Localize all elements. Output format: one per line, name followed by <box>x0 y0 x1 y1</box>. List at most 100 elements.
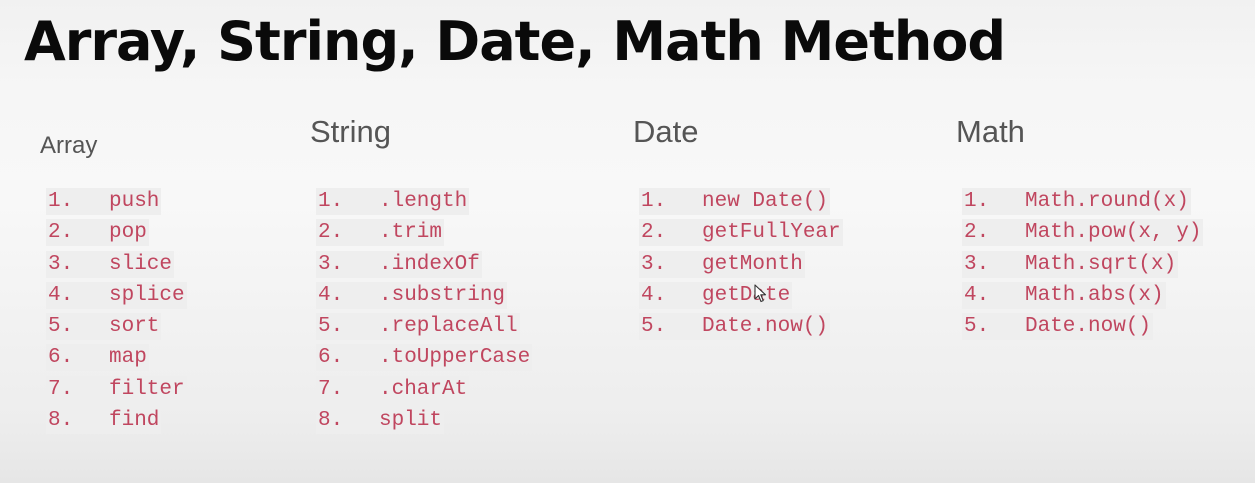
code-snippet: 5. Date.now() <box>639 313 831 341</box>
item-number: 5. <box>318 315 344 339</box>
code-snippet: 2. pop <box>46 219 149 247</box>
item-number: 1. <box>964 190 990 213</box>
list-item: 8. split <box>316 407 532 438</box>
list-item: 3. Math.sqrt(x) <box>962 250 1203 282</box>
code-snippet: 1. .length <box>316 188 470 215</box>
code-snippet: 3. Math.sqrt(x) <box>962 250 1179 278</box>
list-item: 6. .toUpperCase <box>316 344 533 375</box>
method-name: .indexOf <box>379 252 480 276</box>
code-snippet: 4. getDate <box>639 281 793 309</box>
method-name: Math.pow(x, y) <box>1025 221 1202 245</box>
code-snippet: 6. map <box>46 344 149 372</box>
method-name: Date.now() <box>702 315 829 339</box>
item-number: 8. <box>48 409 74 433</box>
list-item: 5. sort <box>46 313 187 344</box>
math-heading: Math <box>956 114 1025 149</box>
method-name: pop <box>109 221 147 245</box>
item-number: 2. <box>964 221 990 245</box>
item-number: 2. <box>641 221 667 245</box>
code-snippet: 4. .substring <box>316 281 508 309</box>
list-item: 2. Math.pow(x, y) <box>962 219 1204 250</box>
list-item: 1. push <box>46 188 187 219</box>
method-name: split <box>379 409 443 433</box>
code-snippet: 2. .trim <box>316 219 445 247</box>
array-method-list: 1. push 2. pop 3. slice 4. splice 5. sort 6. map 7. f… <box>46 188 187 438</box>
item-number: 2. <box>318 221 344 245</box>
item-number: 6. <box>48 346 74 370</box>
item-number: 7. <box>48 377 74 401</box>
list-item: 5. Date.now() <box>639 313 843 344</box>
method-name: Math.abs(x) <box>1025 283 1164 307</box>
method-name: Math.round(x) <box>1025 190 1189 213</box>
list-item: 4. Math.abs(x) <box>962 281 1203 313</box>
string-heading: String <box>310 114 391 149</box>
item-number: 4. <box>964 283 990 307</box>
item-number: 1. <box>318 190 344 213</box>
list-item: 2. pop <box>46 219 187 250</box>
item-number: 5. <box>641 315 667 339</box>
code-snippet: 5. sort <box>46 313 162 341</box>
method-name: .substring <box>379 283 506 307</box>
list-item: 5. .replaceAll <box>316 313 532 344</box>
method-name: map <box>109 346 147 370</box>
list-item: 7. filter <box>46 375 187 407</box>
list-item: 1. new Date() <box>639 188 843 219</box>
item-number: 8. <box>318 409 344 433</box>
method-name: Math.sqrt(x) <box>1025 252 1177 276</box>
slide-title: Array, String, Date, Math Method <box>24 10 1006 73</box>
method-name: new Date() <box>702 190 829 213</box>
method-name: splice <box>109 283 185 307</box>
mouse-pointer-icon <box>754 284 767 303</box>
method-name: getFullYear <box>702 221 841 245</box>
list-item: 4. splice <box>46 281 187 313</box>
list-item: 7. .charAt <box>316 375 532 407</box>
list-item: 3. getMonth <box>639 250 843 282</box>
item-number: 5. <box>48 315 74 339</box>
item-number: 4. <box>48 283 74 307</box>
array-heading: Array <box>40 132 98 159</box>
date-heading: Date <box>633 114 699 149</box>
method-name: find <box>109 409 160 433</box>
method-name: .charAt <box>379 377 468 401</box>
code-snippet: 4. Math.abs(x) <box>962 281 1166 309</box>
method-name: .toUpperCase <box>379 346 531 370</box>
item-number: 7. <box>318 377 344 401</box>
item-number: 4. <box>641 283 667 307</box>
list-item: 5. Date.now() <box>962 313 1203 344</box>
item-number: 6. <box>318 346 344 370</box>
list-item: 2. .trim <box>316 219 532 250</box>
code-snippet: 5. .replaceAll <box>316 313 520 341</box>
item-number: 1. <box>641 190 667 213</box>
method-name: getMonth <box>702 252 803 276</box>
code-snippet: 8. split <box>316 407 445 435</box>
list-item: 3. .indexOf <box>316 250 532 282</box>
list-item: 8. find <box>46 407 187 438</box>
code-snippet: 1. Math.round(x) <box>962 188 1191 215</box>
item-number: 3. <box>48 252 74 276</box>
list-item: 1. .length <box>316 188 532 219</box>
code-snippet: 7. filter <box>46 375 187 403</box>
method-name: .replaceAll <box>379 315 518 339</box>
code-snippet: 4. splice <box>46 281 187 309</box>
string-method-list: 1. .length 2. .trim 3. .indexOf 4. .substring 5.… <box>316 188 533 438</box>
list-item: 1. Math.round(x) <box>962 188 1203 219</box>
list-item: 3. slice <box>46 250 187 282</box>
code-snippet: 2. Math.pow(x, y) <box>962 219 1204 247</box>
math-method-list: 1. Math.round(x) 2. Math.pow(x, y) 3. Math.sq… <box>962 188 1204 344</box>
code-snippet: 7. .charAt <box>316 375 470 403</box>
code-snippet: 6. .toUpperCase <box>316 344 533 372</box>
method-name: slice <box>109 252 173 276</box>
code-snippet: 3. .indexOf <box>316 250 482 278</box>
code-snippet: 1. new Date() <box>639 188 831 215</box>
code-snippet: 1. push <box>46 188 162 215</box>
method-name: push <box>109 190 160 213</box>
item-number: 3. <box>964 252 990 276</box>
code-snippet: 5. Date.now() <box>962 313 1154 341</box>
item-number: 3. <box>641 252 667 276</box>
item-number: 5. <box>964 315 990 339</box>
method-name: .length <box>379 190 468 213</box>
date-method-list: 1. new Date() 2. getFullYear 3. getMonth 4. get… <box>639 188 843 344</box>
list-item: 4. getDate <box>639 281 843 313</box>
method-name: getDate <box>702 283 791 307</box>
method-name: sort <box>109 315 160 339</box>
